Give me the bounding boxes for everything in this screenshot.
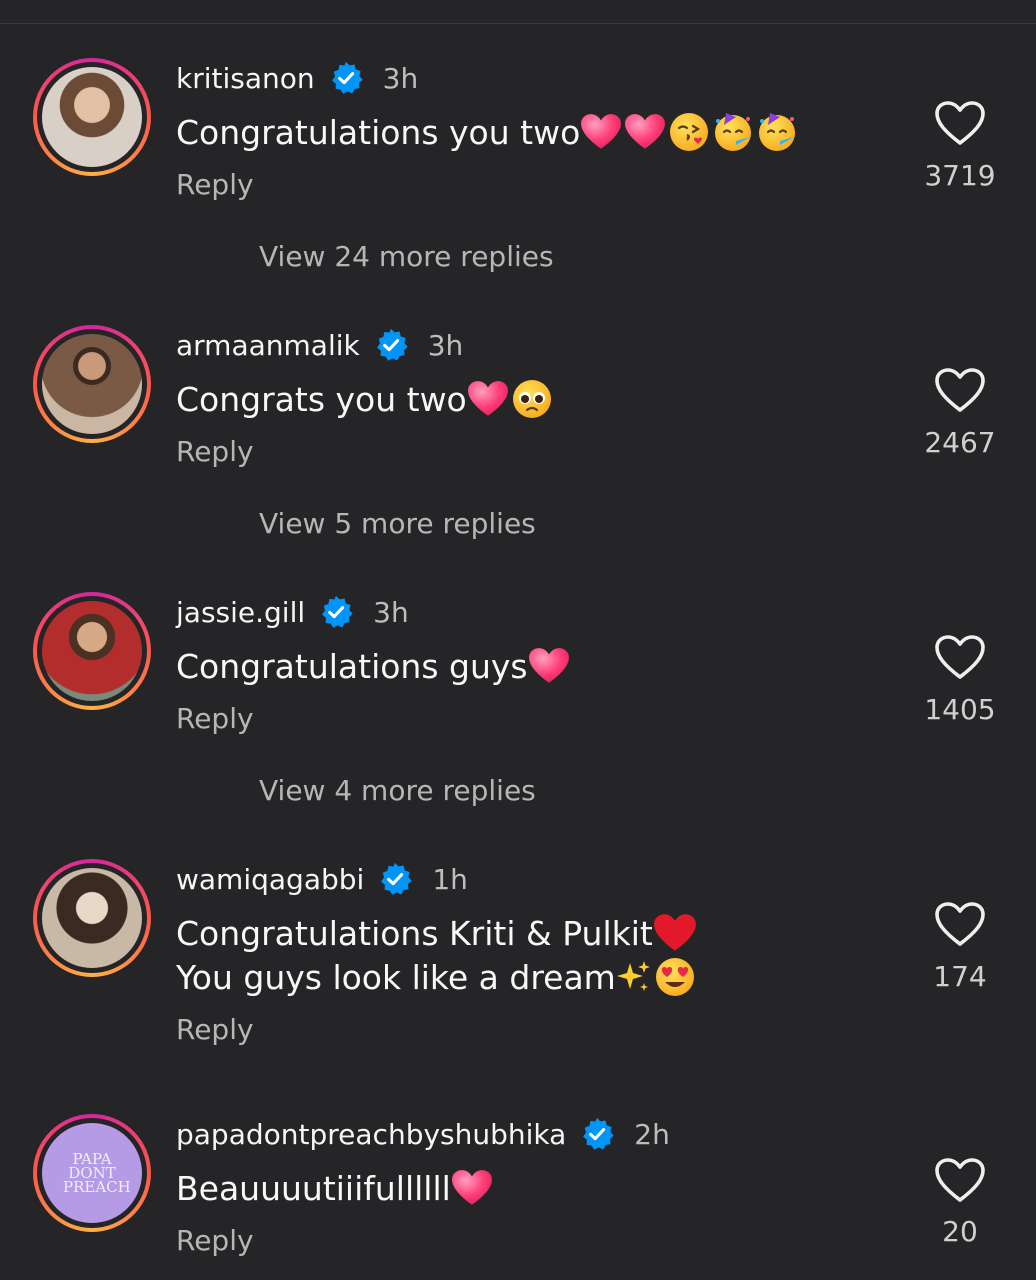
verified-badge-icon <box>378 862 412 896</box>
verified-badge-icon <box>580 1117 614 1151</box>
heart-eyes-emoji <box>655 958 694 996</box>
party-face-emoji <box>715 113 752 151</box>
comment-text: You guys look like a dream <box>176 955 696 999</box>
username-row: armaanmalik 3h <box>176 325 463 365</box>
heart-outline-icon[interactable] <box>934 901 986 947</box>
username[interactable]: wamiqagabbi <box>176 863 364 896</box>
comment-text: Congratulations Kriti & Pulkit <box>176 911 697 955</box>
comment-text-line: Beauuuutiiifullllll <box>176 1168 451 1208</box>
username-row: wamiqagabbi 1h <box>176 859 468 899</box>
avatar-logo-text: PAPA DONT PREACH <box>63 1150 131 1196</box>
pink-heart-emoji <box>580 112 622 152</box>
pink-heart-emoji <box>451 1168 493 1208</box>
red-heart-emoji <box>653 913 697 953</box>
verified-badge-icon <box>319 595 353 629</box>
view-more-replies-button[interactable]: View 24 more replies <box>259 240 554 273</box>
comment-text: Beauuuutiiifullllll <box>176 1166 493 1210</box>
avatar[interactable] <box>33 859 151 977</box>
view-more-replies-button[interactable]: View 5 more replies <box>259 507 536 540</box>
heart-outline-icon[interactable] <box>934 1157 986 1203</box>
like-count: 2467 <box>924 426 996 459</box>
comment-text-line: You guys look like a dream <box>176 957 616 997</box>
top-divider <box>0 23 1036 24</box>
reply-button[interactable]: Reply <box>176 1224 254 1257</box>
timestamp: 2h <box>634 1117 670 1151</box>
like-count: 174 <box>933 960 987 993</box>
timestamp: 3h <box>382 61 419 95</box>
comments-screen: kritisanon 3h Congratulations you two Re… <box>0 0 1036 1280</box>
comment-text: Congratulations you two <box>176 110 798 154</box>
username-row: papadontpreachbyshubhika 2h <box>176 1114 670 1154</box>
heart-outline-icon[interactable] <box>934 100 986 146</box>
avatar[interactable] <box>33 592 151 710</box>
reply-button[interactable]: Reply <box>176 435 254 468</box>
username-row: kritisanon 3h <box>176 58 418 98</box>
username[interactable]: armaanmalik <box>176 329 360 362</box>
heart-outline-icon[interactable] <box>934 367 986 413</box>
comment-text-line: Congratulations you two <box>176 112 581 152</box>
reply-button[interactable]: Reply <box>176 1013 254 1046</box>
verified-badge-icon <box>329 61 363 95</box>
like-count: 20 <box>942 1215 978 1248</box>
username-row: jassie.gill 3h <box>176 592 409 632</box>
comment-text: Congratulations guys <box>176 644 570 688</box>
comment-text: Congrats you two <box>176 377 553 421</box>
pleading-face-emoji <box>512 380 551 418</box>
avatar[interactable] <box>33 58 151 176</box>
username[interactable]: papadontpreachbyshubhika <box>176 1118 566 1151</box>
timestamp: 3h <box>373 595 409 629</box>
like-count: 1405 <box>924 693 996 726</box>
comment-text-line: Congratulations guys <box>176 646 528 686</box>
timestamp: 1h <box>432 862 468 896</box>
avatar[interactable]: PAPA DONT PREACH <box>33 1114 151 1232</box>
pink-heart-emoji <box>624 112 666 152</box>
comment-text-line: Congratulations Kriti & Pulkit <box>176 913 653 953</box>
reply-button[interactable]: Reply <box>176 168 254 201</box>
pink-heart-emoji <box>528 646 570 686</box>
sparkles-emoji <box>616 961 650 991</box>
party-face-emoji <box>759 113 796 151</box>
reply-button[interactable]: Reply <box>176 702 254 735</box>
username[interactable]: kritisanon <box>176 62 315 95</box>
verified-badge-icon <box>374 328 408 362</box>
comment-text-line: Congrats you two <box>176 379 467 419</box>
username[interactable]: jassie.gill <box>176 596 305 629</box>
avatar[interactable] <box>33 325 151 443</box>
timestamp: 3h <box>427 328 464 362</box>
pink-heart-emoji <box>467 379 509 419</box>
like-count: 3719 <box>924 159 996 192</box>
heart-outline-icon[interactable] <box>934 634 986 680</box>
view-more-replies-button[interactable]: View 4 more replies <box>259 774 536 807</box>
kiss-emoji <box>670 113 709 151</box>
